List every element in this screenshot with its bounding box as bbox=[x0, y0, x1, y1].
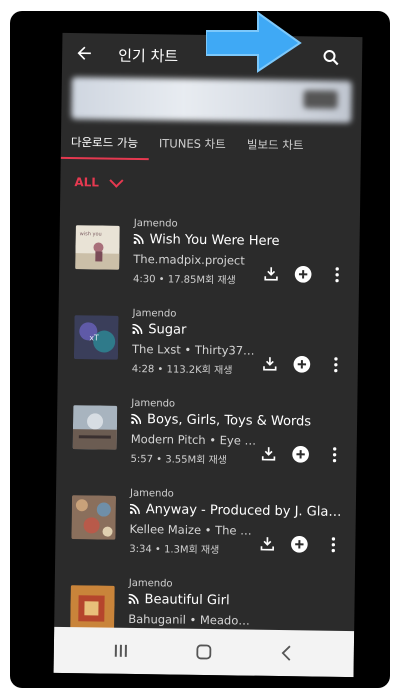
track-artist: Kellee Maize • The 5t… bbox=[129, 521, 258, 538]
track-source: Jamendo bbox=[129, 487, 174, 500]
list-item[interactable]: wish you Jamendo Wish You Were Here The.… bbox=[59, 211, 360, 305]
track-title-text: Sugar bbox=[148, 322, 187, 338]
back-button[interactable] bbox=[72, 43, 96, 67]
album-art bbox=[72, 405, 118, 450]
download-icon[interactable] bbox=[260, 354, 280, 374]
more-vert-icon[interactable] bbox=[326, 355, 346, 375]
list-item[interactable]: xT Jamendo Sugar The Lxst • Thirty37S… 4… bbox=[57, 301, 358, 395]
download-icon[interactable] bbox=[257, 534, 277, 554]
tab-downloadable[interactable]: 다운로드 가능 bbox=[71, 125, 139, 160]
annotation-arrow-icon bbox=[206, 11, 302, 73]
add-circle-icon[interactable] bbox=[290, 444, 310, 464]
track-meta: 5:57 • 3.55M회 재생 bbox=[130, 453, 227, 467]
more-vert-icon[interactable] bbox=[324, 445, 344, 465]
chevron-down-icon bbox=[108, 173, 124, 188]
tab-bar: 다운로드 가능 ITUNES 차트 빌보드 차트 bbox=[60, 125, 361, 165]
rss-icon bbox=[133, 233, 144, 245]
tab-indicator bbox=[60, 156, 149, 161]
rss-icon bbox=[132, 323, 143, 335]
add-circle-icon[interactable] bbox=[293, 264, 313, 284]
more-vert-icon[interactable] bbox=[323, 535, 343, 555]
recents-icon[interactable] bbox=[110, 640, 132, 662]
page-title: 인기 차트 bbox=[118, 46, 179, 66]
track-source: Jamendo bbox=[133, 217, 178, 230]
track-source: Jamendo bbox=[128, 577, 173, 590]
track-title-text: Beautiful Girl bbox=[144, 592, 230, 609]
filter-dropdown[interactable]: ALL bbox=[74, 173, 124, 190]
track-title-text: Wish You Were Here bbox=[149, 232, 280, 249]
rss-icon bbox=[131, 413, 142, 425]
add-circle-icon[interactable] bbox=[292, 354, 312, 374]
device-frame: 인기 차트 다운로드 가능 ITUNES 차트 빌보드 차트 ALL wish … bbox=[10, 11, 390, 688]
track-source: Jamendo bbox=[132, 307, 177, 320]
track-meta: 3:34 • 1.3M회 재생 bbox=[129, 543, 220, 557]
download-icon[interactable] bbox=[258, 444, 278, 464]
track-title: Beautiful Girl bbox=[128, 592, 348, 610]
album-art: wish you bbox=[75, 225, 120, 270]
search-icon bbox=[323, 50, 339, 66]
track-title-text: Boys, Girls, Toys & Words bbox=[146, 412, 312, 430]
app-screen: 인기 차트 다운로드 가능 ITUNES 차트 빌보드 차트 ALL wish … bbox=[53, 32, 363, 678]
search-button[interactable] bbox=[318, 45, 344, 71]
svg-text:wish you: wish you bbox=[80, 231, 102, 237]
svg-text:xT: xT bbox=[89, 333, 99, 342]
arrow-left-icon bbox=[77, 46, 91, 60]
track-meta: 4:30 • 17.85M회 재생 bbox=[132, 273, 236, 287]
track-artist: The.madpix.project bbox=[133, 251, 245, 268]
rss-icon bbox=[129, 503, 140, 515]
album-art: xT bbox=[73, 315, 119, 360]
ad-banner[interactable] bbox=[71, 77, 352, 123]
track-title-text: Anyway - Produced by J. Gla… bbox=[145, 502, 342, 520]
list-item[interactable]: Jamendo Boys, Girls, Toys & Words Modern… bbox=[56, 391, 357, 485]
track-title: Boys, Girls, Toys & Words bbox=[131, 412, 351, 430]
more-vert-icon[interactable] bbox=[327, 265, 347, 285]
album-art bbox=[70, 585, 115, 630]
rss-icon bbox=[128, 593, 139, 605]
system-nav-bar bbox=[53, 626, 355, 678]
tab-billboard-chart[interactable]: 빌보드 차트 bbox=[247, 128, 304, 163]
back-nav-icon[interactable] bbox=[276, 642, 298, 664]
add-circle-icon[interactable] bbox=[289, 534, 309, 554]
track-source: Jamendo bbox=[131, 397, 176, 410]
filter-label: ALL bbox=[74, 175, 100, 190]
album-art bbox=[71, 495, 117, 540]
track-artist: Bahuganil • Meadowi… bbox=[128, 611, 257, 628]
tab-itunes-chart[interactable]: ITUNES 차트 bbox=[159, 126, 226, 161]
home-icon[interactable] bbox=[193, 641, 215, 663]
download-icon[interactable] bbox=[261, 264, 281, 284]
list-item[interactable]: Jamendo Anyway - Produced by J. Gla… Kel… bbox=[55, 481, 356, 575]
track-title: Wish You Were Here bbox=[133, 232, 354, 250]
track-title: Sugar bbox=[132, 322, 352, 340]
track-artist: Modern Pitch • Eye O… bbox=[130, 431, 259, 448]
track-meta: 4:28 • 113.2K회 재생 bbox=[131, 363, 233, 377]
track-artist: The Lxst • Thirty37S… bbox=[131, 341, 261, 358]
track-title: Anyway - Produced by J. Gla… bbox=[129, 502, 350, 520]
